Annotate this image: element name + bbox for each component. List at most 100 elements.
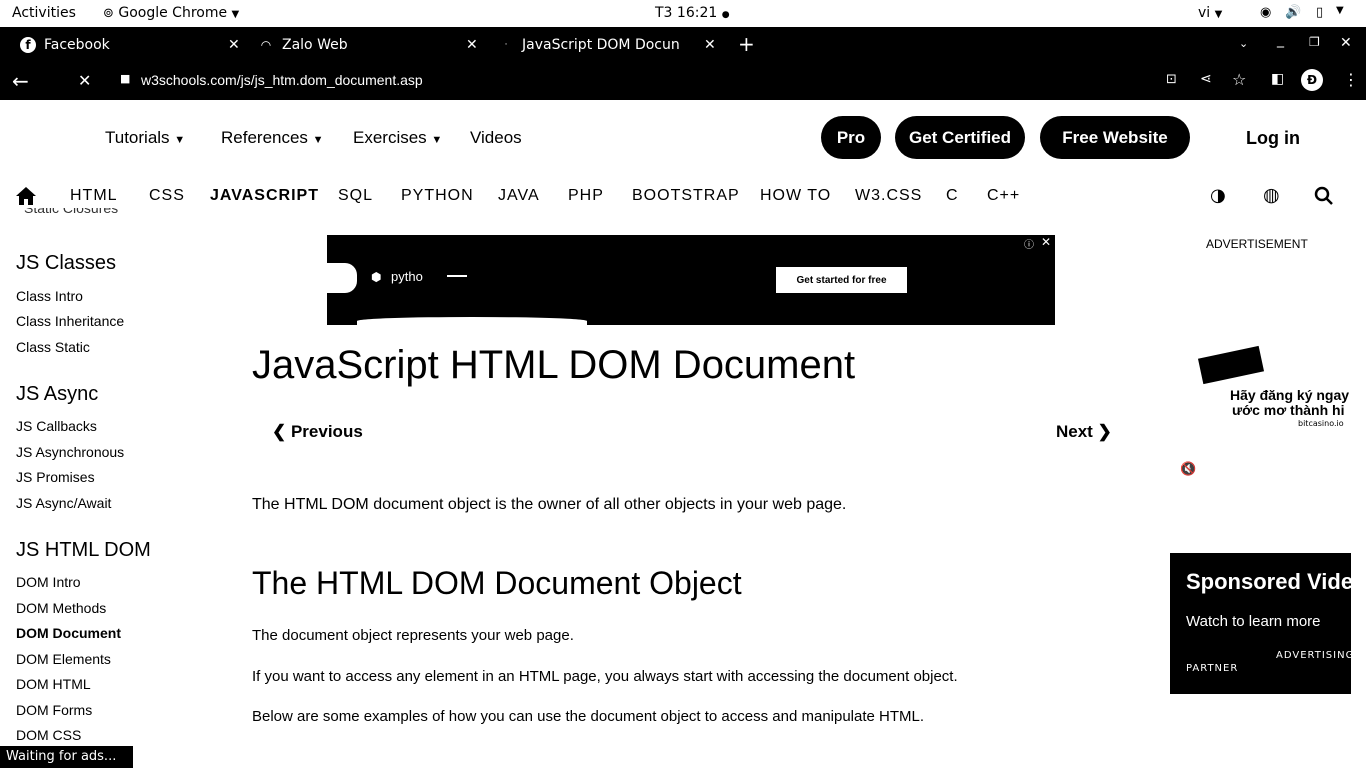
ad-close-icon[interactable]: ✕ [1041,235,1051,249]
advertisement-label: ADVERTISEMENT [1206,237,1308,251]
ad-shape [357,317,587,325]
ad-shape [327,263,357,293]
sidebar-item-promises[interactable]: JS Promises [16,469,95,485]
pro-button[interactable]: Pro [821,116,881,159]
sidebar-item-dom-forms[interactable]: DOM Forms [16,702,92,718]
right-ad-domain: bitcasino.io [1298,419,1344,428]
facebook-icon: f [20,36,36,53]
sidebar-item-asynchronous[interactable]: JS Asynchronous [16,444,124,460]
sidebar-item-class-intro[interactable]: Class Intro [16,288,83,304]
nav-html[interactable]: HTML [70,187,118,205]
ad-info-icon[interactable]: ⓘ [1024,236,1034,251]
chrome-app-icon: ⊚ [103,6,114,21]
nav-sql[interactable]: SQL [338,187,373,205]
ad-image[interactable] [1197,345,1265,385]
nav-bootstrap[interactable]: BOOTSTRAP [632,187,740,205]
nav-python[interactable]: PYTHON [401,187,474,205]
chevron-down-icon[interactable]: ▼ [1336,5,1344,16]
videos-link[interactable]: Videos [470,128,522,148]
clock[interactable]: T3 16:21 ● [655,5,730,21]
bookmark-star-icon[interactable]: ☆ [1232,70,1246,89]
nav-howto[interactable]: HOW TO [760,187,831,205]
stop-loading-icon[interactable]: ✕ [78,71,91,90]
close-icon[interactable]: ✕ [704,37,716,53]
search-icon[interactable] [1314,186,1334,206]
nav-cpp[interactable]: C++ [987,187,1020,205]
previous-button[interactable]: ❮ Previous [272,422,363,442]
volume-icon[interactable]: 🔊 [1285,5,1301,20]
minimize-icon[interactable]: _ [1277,32,1284,48]
ad-divider [447,275,467,277]
intro-paragraph: The HTML DOM document object is the owne… [252,496,847,513]
translate-icon[interactable]: ⊡ [1166,72,1177,87]
page-title: JavaScript HTML DOM Document [252,343,856,387]
profile-avatar[interactable]: Đ [1301,69,1323,91]
side-panel-icon[interactable]: ◧ [1271,71,1284,87]
sidebar-item-dom-elements[interactable]: DOM Elements [16,651,111,667]
sidebar-cut-item[interactable]: Static Closures [24,208,118,216]
sidebar-item-callbacks[interactable]: JS Callbacks [16,418,97,434]
tab-search-icon[interactable]: ⌄ [1239,37,1248,50]
references-label: References [221,128,308,147]
new-tab-icon[interactable]: + [738,32,755,56]
dark-mode-icon[interactable]: ◑ [1210,185,1226,206]
globe-icon[interactable]: ◍ [1263,184,1280,206]
ad-banner[interactable]: ⬢ pytho Get started for free ⓘ ✕ [327,235,1055,325]
chevron-down-icon: ▼ [1214,9,1223,20]
battery-icon[interactable]: ▯ [1316,5,1323,20]
nav-css[interactable]: CSS [149,187,185,205]
nav-c[interactable]: C [946,187,959,205]
restore-icon[interactable]: ❐ [1309,35,1320,49]
url-field[interactable]: w3schools.com/js/js_htm.dom_document.asp [141,72,423,88]
clock-text: T3 16:21 [655,5,718,21]
next-button[interactable]: Next ❯ [1056,422,1112,442]
sidebar-item-dom-methods[interactable]: DOM Methods [16,600,106,616]
chevron-down-icon: ▼ [231,9,240,20]
exercises-menu[interactable]: Exercises ▼ [353,128,442,148]
references-menu[interactable]: References ▼ [221,128,324,148]
loading-icon: · [504,39,508,50]
close-icon[interactable]: ✕ [228,37,240,53]
tab-label: Facebook [44,36,110,53]
watch-text: Watch to learn more [1186,613,1321,630]
back-icon[interactable]: ← [12,69,29,93]
window-close-icon[interactable]: ✕ [1340,35,1352,51]
sidebar-heading-classes: JS Classes [16,252,117,274]
tutorials-menu[interactable]: Tutorials ▼ [105,128,185,148]
get-certified-button[interactable]: Get Certified [895,116,1025,159]
chrome-menu-icon[interactable]: ⋮ [1343,70,1359,89]
caret-down-icon: ▼ [431,134,443,146]
activities-button[interactable]: Activities [12,5,76,21]
right-ad-line1[interactable]: Hãy đăng ký ngay [1230,387,1349,403]
nav-java[interactable]: JAVA [498,187,540,205]
lock-icon[interactable]: ■ [120,72,130,85]
right-ad-line2[interactable]: ước mơ thành hi [1232,402,1345,418]
status-bubble: Waiting for ads... [0,746,133,768]
tab-label: Zalo Web [282,36,348,53]
sidebar-item-class-inheritance[interactable]: Class Inheritance [16,313,124,329]
sponsored-video[interactable]: Sponsored Vide Watch to learn more PARTN… [1170,553,1351,694]
tab-facebook[interactable]: f Facebook ✕ [20,27,242,62]
tab-zalo[interactable]: ◠ Zalo Web ✕ [258,27,480,62]
tab-js-dom[interactable]: · JavaScript DOM Docun ✕ [498,27,720,62]
sidebar-item-dom-intro[interactable]: DOM Intro [16,574,81,590]
nav-w3css[interactable]: W3.CSS [855,187,922,205]
nav-php[interactable]: PHP [568,187,604,205]
app-menu[interactable]: ⊚ Google Chrome ▼ [103,5,239,21]
sidebar-item-class-static[interactable]: Class Static [16,339,90,355]
sidebar-item-dom-css[interactable]: DOM CSS [16,727,81,743]
nav-javascript[interactable]: JAVASCRIPT [210,187,319,205]
sidebar-item-dom-html[interactable]: DOM HTML [16,676,91,692]
tab-strip: f Facebook ✕ ◠ Zalo Web ✕ · JavaScript D… [0,27,1366,62]
sidebar-item-dom-document[interactable]: DOM Document [16,625,121,641]
share-icon[interactable]: ⋖ [1200,71,1212,87]
mute-icon[interactable]: 🔇 [1180,462,1196,477]
ad-cta-button[interactable]: Get started for free [776,267,907,293]
close-icon[interactable]: ✕ [466,37,478,53]
input-language[interactable]: vi ▼ [1198,5,1222,21]
sidebar-item-async-await[interactable]: JS Async/Await [16,495,111,511]
wifi-icon[interactable]: ◉ [1260,5,1271,20]
login-link[interactable]: Log in [1246,128,1300,149]
home-icon[interactable] [15,186,37,206]
free-website-button[interactable]: Free Website [1040,116,1190,159]
